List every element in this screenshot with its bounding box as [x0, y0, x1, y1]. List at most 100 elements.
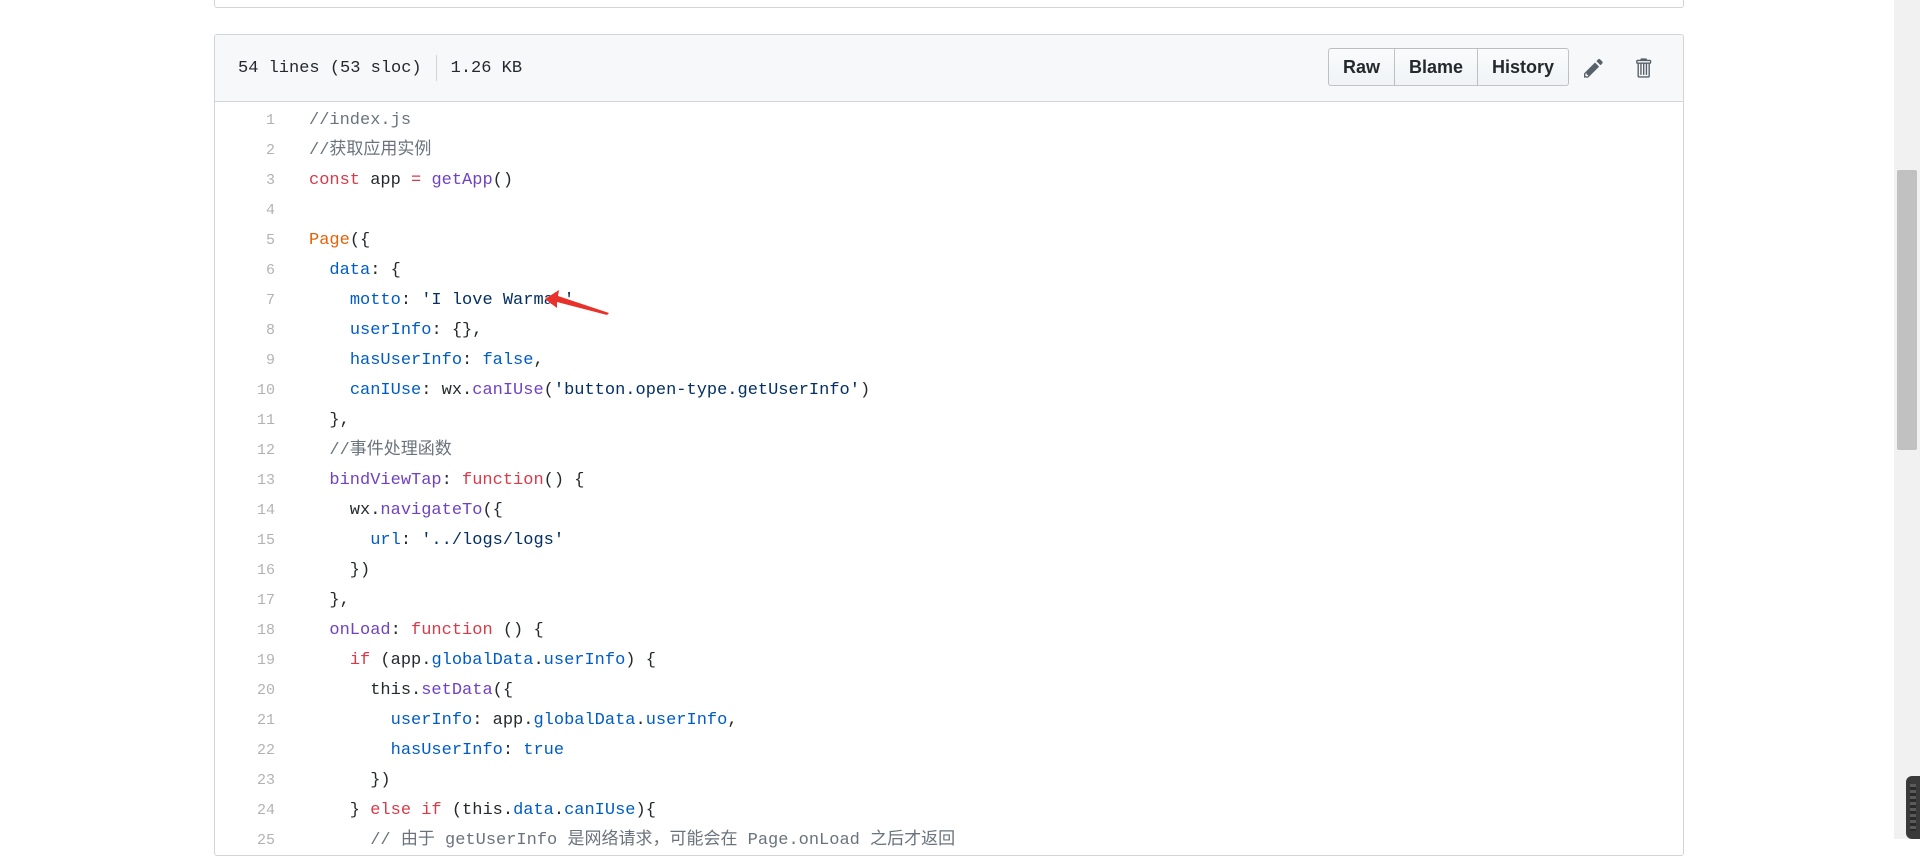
code-token: }: [309, 801, 371, 820]
line-number[interactable]: 22: [215, 736, 275, 766]
code-line: 8 userInfo: {},: [215, 316, 1683, 346]
line-number[interactable]: 1: [215, 106, 275, 136]
line-number[interactable]: 6: [215, 256, 275, 286]
line-number[interactable]: 14: [215, 496, 275, 526]
code-token: :: [441, 471, 463, 490]
line-number[interactable]: 20: [215, 676, 275, 706]
line-number[interactable]: 3: [215, 166, 275, 196]
line-number[interactable]: 15: [215, 526, 275, 556]
line-content: userInfo: app.globalData.userInfo,: [275, 706, 738, 736]
line-content: // 由于 getUserInfo 是网络请求，可能会在 Page.onLoad…: [275, 826, 955, 855]
code-token: () {: [492, 621, 544, 640]
line-number[interactable]: 18: [215, 616, 275, 646]
code-line: 11 },: [215, 406, 1683, 436]
file-header: 54 lines (53 sloc) 1.26 KB Raw Blame His…: [215, 35, 1683, 102]
code-token: ({: [349, 231, 371, 250]
corner-widget[interactable]: [1906, 776, 1920, 839]
file-info-divider: [435, 55, 437, 81]
line-content: } else if (this.data.canIUse){: [275, 796, 656, 826]
line-number[interactable]: 7: [215, 286, 275, 316]
line-number[interactable]: 17: [215, 586, 275, 616]
blame-button[interactable]: Blame: [1394, 48, 1479, 86]
raw-button[interactable]: Raw: [1328, 48, 1396, 86]
code-token: .: [411, 681, 422, 700]
line-number[interactable]: 5: [215, 226, 275, 256]
code-token: '../logs/logs': [421, 531, 565, 550]
line-number[interactable]: 2: [215, 136, 275, 166]
line-number[interactable]: 24: [215, 796, 275, 826]
code-token: .: [635, 711, 646, 730]
code-token: (: [441, 801, 463, 820]
code-line: 2 //获取应用实例: [215, 136, 1683, 166]
red-arrow-annotation: [545, 290, 609, 315]
line-content: hasUserInfo: true: [275, 736, 564, 766]
line-content: onLoad: function () {: [275, 616, 544, 646]
trash-icon[interactable]: [1629, 53, 1657, 83]
code-token: }): [309, 561, 371, 580]
code-token: canIUse: [564, 801, 636, 820]
line-content: if (app.globalData.userInfo) {: [275, 646, 656, 676]
code-token: this: [370, 681, 412, 700]
code-token: ) {: [625, 651, 656, 670]
line-number[interactable]: 12: [215, 436, 275, 466]
file-actions-button-group: Raw Blame History: [1328, 48, 1570, 86]
line-number[interactable]: 13: [215, 466, 275, 496]
code-token: .: [502, 801, 514, 820]
line-content: bindViewTap: function() {: [275, 466, 584, 496]
code-line: 7 motto: 'I love Warma ': [215, 286, 1683, 316]
code-token: navigateTo: [380, 501, 483, 520]
line-content: canIUse: wx.canIUse('button.open-type.ge…: [275, 376, 870, 406]
history-button[interactable]: History: [1477, 48, 1570, 86]
pencil-icon[interactable]: [1581, 53, 1609, 83]
code-line: 17 },: [215, 586, 1683, 616]
code-line: 10 canIUse: wx.canIUse('button.open-type…: [215, 376, 1683, 406]
code-line: 23 }): [215, 766, 1683, 796]
line-content: hasUserInfo: false,: [275, 346, 544, 376]
code-token: //事件处理函数: [329, 441, 452, 460]
code-token: (app.: [370, 651, 432, 670]
code-token: : wx.: [421, 381, 473, 400]
code-token: function: [411, 621, 493, 640]
scrollbar-thumb[interactable]: [1897, 170, 1917, 450]
code-token: url: [370, 531, 401, 550]
line-number[interactable]: 11: [215, 406, 275, 436]
code-line: 14 wx.navigateTo({: [215, 496, 1683, 526]
line-content: this.setData({: [275, 676, 513, 706]
code-token: this: [462, 801, 503, 820]
code-line: 13 bindViewTap: function() {: [215, 466, 1683, 496]
code-token: }): [309, 771, 391, 790]
line-number[interactable]: 9: [215, 346, 275, 376]
code-line: 15 url: '../logs/logs': [215, 526, 1683, 556]
line-number[interactable]: 10: [215, 376, 275, 406]
code-line: 1 //index.js: [215, 106, 1683, 136]
line-number[interactable]: 16: [215, 556, 275, 586]
code-line: 6 data: {: [215, 256, 1683, 286]
code-line: 3 const app = getApp(): [215, 166, 1683, 196]
arrow-shape: [545, 290, 609, 315]
line-number[interactable]: 8: [215, 316, 275, 346]
code-token: setData: [421, 681, 493, 700]
code-token: function: [462, 471, 544, 490]
line-number[interactable]: 25: [215, 826, 275, 855]
code-token: :: [462, 351, 483, 370]
code-line: 16 }): [215, 556, 1683, 586]
line-number[interactable]: 21: [215, 706, 275, 736]
code-token: userInfo: [543, 651, 626, 670]
code-token: true: [523, 741, 565, 760]
line-number[interactable]: 19: [215, 646, 275, 676]
code-token: data: [329, 261, 371, 280]
line-number[interactable]: 23: [215, 766, 275, 796]
code-line: 9 hasUserInfo: false,: [215, 346, 1683, 376]
code-token: },: [309, 411, 350, 430]
code-token: ,: [533, 351, 544, 370]
code-token: const: [309, 171, 361, 190]
line-number[interactable]: 4: [215, 196, 275, 226]
